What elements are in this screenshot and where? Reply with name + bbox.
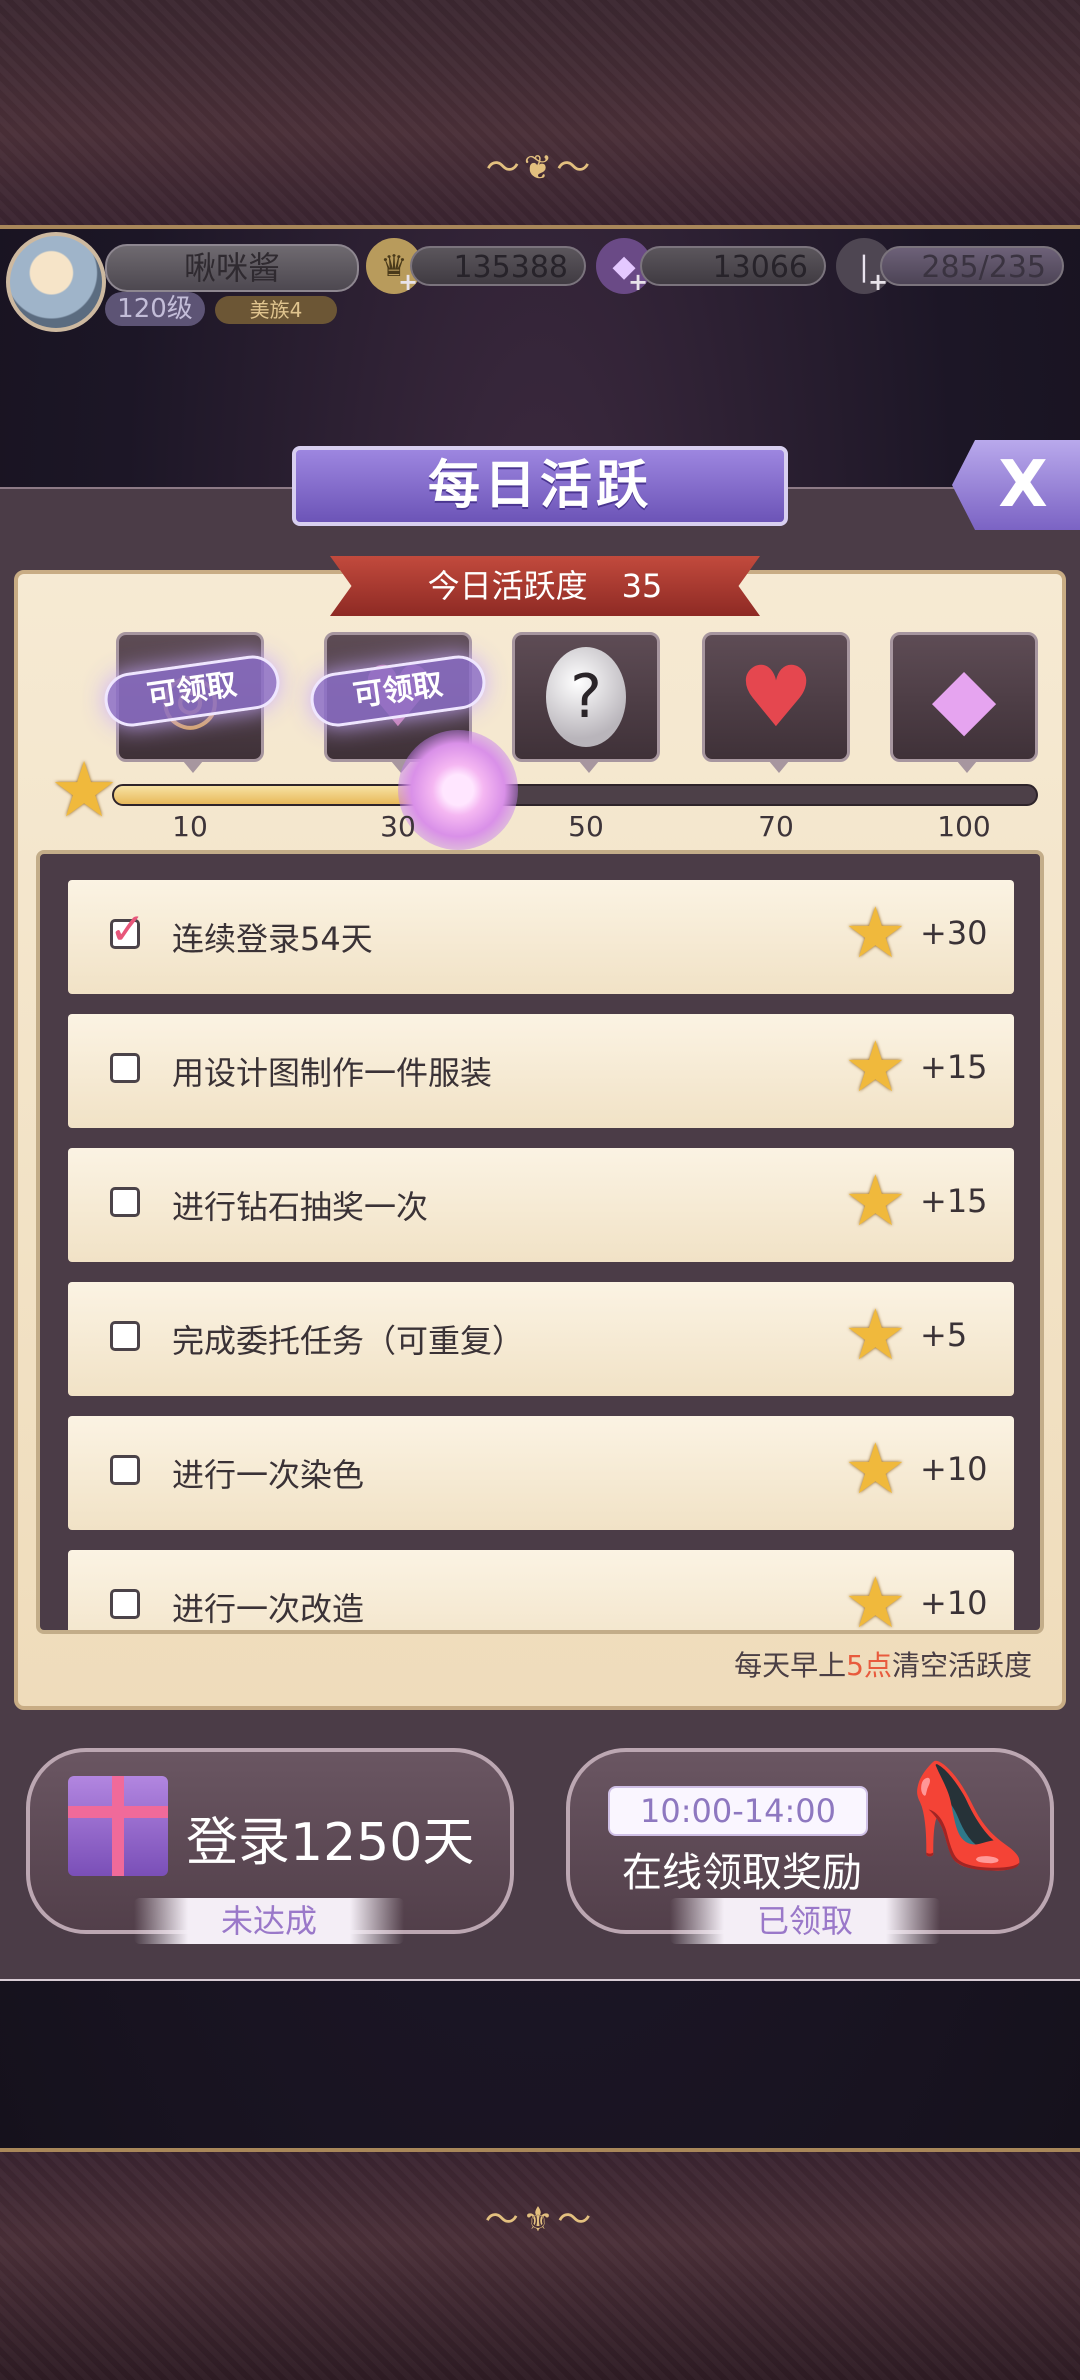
star-icon: ★ [844,1160,907,1242]
activity-progress-fill [114,786,437,804]
login-card-status: 未达成 [134,1898,404,1944]
task-row[interactable]: 进行一次染色 ★ +10 [68,1416,1014,1530]
ornament-icon: 〜⚜〜 [484,2200,596,2240]
reset-note: 每天早上5点清空活跃度 [600,1644,1032,1684]
task-points: +10 [920,1450,988,1488]
task-row[interactable]: 完成委托任务（可重复） ★ +5 [68,1282,1014,1396]
task-row[interactable]: 进行钻石抽奖一次 ★ +15 [68,1148,1014,1262]
add-gold-button[interactable]: + [398,268,418,296]
activity-value: 35 [621,567,663,605]
star-icon: ★ [844,892,907,974]
task-points: +10 [920,1584,988,1622]
online-card-status: 已领取 [670,1898,940,1944]
star-icon: ★ [844,1294,907,1376]
player-tag: 美族4 [215,296,337,324]
bottom-ornate-band: 〜⚜〜 [0,2148,1080,2380]
reset-note-time: 5点 [846,1649,892,1682]
diamond-counter: 13066 [640,246,826,286]
task-points: +5 [920,1316,968,1354]
activity-star-icon: ★ [50,745,119,834]
task-label: 连续登录54天 [172,920,373,958]
dialog-title: 每日活跃 [292,446,788,526]
close-button[interactable]: X [952,440,1080,530]
task-label: 进行一次改造 [172,1590,365,1628]
check-mark-icon: ✓ [109,904,146,955]
task-checkbox [110,1321,140,1351]
player-name: 啾咪酱 [105,244,359,292]
task-checkbox [110,1589,140,1619]
task-points: +30 [920,914,988,952]
add-stamina-button[interactable]: + [868,268,888,296]
online-card-title: 在线领取奖励 [622,1850,862,1896]
task-points: +15 [920,1182,988,1220]
activity-label: 今日活跃度 [427,567,588,605]
login-card-title: 登录1250天 [186,1813,475,1873]
milestone-label-30: 30 [380,810,416,843]
task-label: 进行一次染色 [172,1456,365,1494]
gift-box-icon [68,1776,168,1876]
reward-box-100[interactable]: ◆ [890,632,1038,773]
milestone-label-70: 70 [758,810,794,843]
reward-box-70[interactable]: ♥ [702,632,850,773]
task-list-frame[interactable]: ✓ 连续登录54天 ★ +30 用设计图制作一件服装 ★ +15 进行钻石抽奖一… [36,850,1044,1634]
stamina-counter: 285/235 [880,246,1064,286]
mystery-egg-icon: ? [546,647,626,747]
task-label: 进行钻石抽奖一次 [172,1188,429,1226]
online-time-window: 10:00-14:00 [608,1786,868,1836]
star-icon: ★ [844,1562,907,1634]
add-diamond-button[interactable]: + [628,268,648,296]
avatar[interactable] [6,232,106,332]
task-points: +15 [920,1048,988,1086]
task-row[interactable]: 用设计图制作一件服装 ★ +15 [68,1014,1014,1128]
milestone-label-50: 50 [568,810,604,843]
red-heart-icon: ♥ [738,648,814,746]
star-icon: ★ [844,1428,907,1510]
task-label: 用设计图制作一件服装 [172,1054,493,1092]
glass-slipper-icon: 👠 [906,1757,1031,1874]
milestone-label-100: 100 [937,810,991,843]
star-icon: ★ [844,1026,907,1108]
pink-diamond-icon: ◆ [931,648,997,746]
activity-progress-bar [112,784,1038,806]
reward-box-50[interactable]: ? [512,632,660,773]
player-level: 120级 [105,292,205,326]
milestone-label-10: 10 [172,810,208,843]
task-checkbox: ✓ [109,908,146,952]
reset-note-suffix: 清空活跃度 [891,1649,1032,1682]
activity-score-ribbon: 今日活跃度 35 [330,556,760,616]
task-row[interactable]: 进行一次改造 ★ +10 [68,1550,1014,1634]
task-label: 完成委托任务（可重复） [172,1322,525,1360]
gold-counter: 135388 [410,246,586,286]
reset-note-prefix: 每天早上 [734,1649,847,1682]
task-list: ✓ 连续登录54天 ★ +30 用设计图制作一件服装 ★ +15 进行钻石抽奖一… [68,880,1014,1634]
task-checkbox [110,1455,140,1485]
task-row[interactable]: ✓ 连续登录54天 ★ +30 [68,880,1014,994]
top-ornate-band: 〜❦〜 [0,0,1080,229]
task-checkbox [110,1187,140,1217]
task-checkbox [110,1053,140,1083]
ornament-icon: 〜❦〜 [485,148,595,188]
